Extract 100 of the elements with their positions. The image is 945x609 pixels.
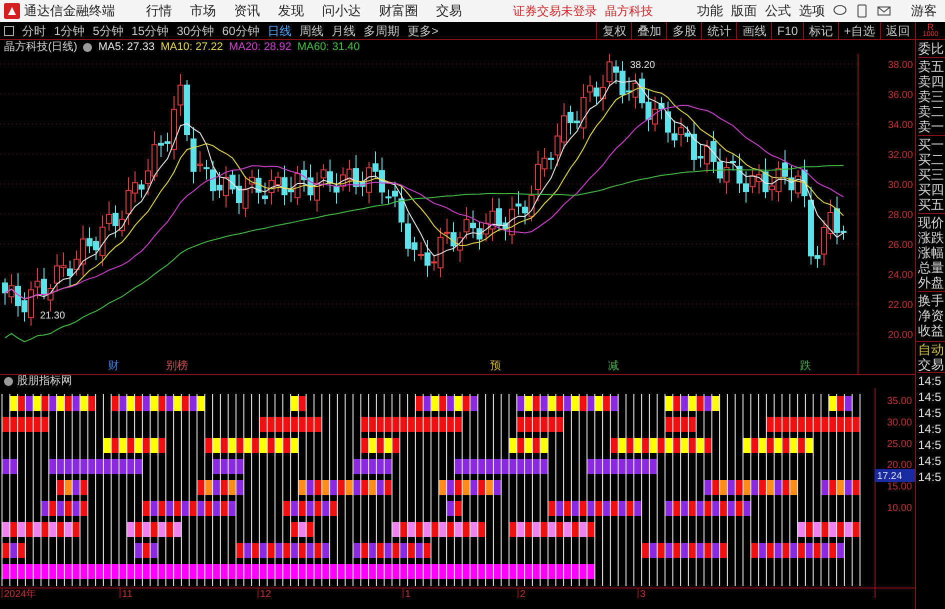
menu-item[interactable]: 版面 (731, 1, 757, 21)
axis-tick-label: 34.00 (888, 120, 913, 131)
period-tab[interactable]: 1分钟 (50, 22, 89, 40)
panel-toggle-icon[interactable] (4, 26, 14, 36)
axis-tick-label: 24.00 (888, 270, 913, 281)
period-tab[interactable]: 5分钟 (88, 22, 128, 40)
high-price-label: 38.20 (630, 60, 656, 71)
menu-item[interactable]: 公式 (765, 1, 791, 21)
quote-label: 总量 (918, 260, 945, 275)
toolbar-button[interactable]: 返回 (880, 22, 915, 39)
ma-value: MA60: 31.40 (297, 40, 360, 55)
trade-label: 交易 (918, 357, 945, 373)
quote-label: 涨幅 (918, 245, 945, 260)
event-marker: 预 (490, 360, 501, 372)
axis-tick-label: 30.00 (888, 180, 913, 191)
quote-label: 涨跌 (918, 230, 945, 245)
ma-value: MA20: 28.92 (228, 40, 292, 55)
quote-label: 买二 (918, 152, 945, 167)
toolbar-button[interactable]: F10 (771, 22, 803, 39)
trade-time: 14:5 (918, 405, 942, 421)
mail-icon (877, 4, 891, 18)
quote-label: 买五 (918, 197, 945, 212)
trade-time: 14:5 (918, 373, 942, 389)
toolbar-button[interactable]: +自选 (838, 22, 880, 39)
status-text: 证券交易未登录 (513, 3, 597, 20)
quote-label: 净资 (918, 308, 945, 323)
menu-item[interactable]: 财富圈 (372, 1, 425, 21)
chart-title: 晶方科技(日线) (4, 40, 78, 55)
axis-tick-label: 20.00 (888, 330, 913, 341)
trade-mode-label[interactable]: 自动 (918, 342, 945, 357)
axis-tick-label: 10.00 (886, 503, 912, 514)
menu-item[interactable]: 选项 (799, 1, 825, 21)
period-tab[interactable]: 30分钟 (172, 22, 218, 40)
quote-label: 卖二 (918, 104, 945, 119)
menu-item[interactable]: 市场 (183, 1, 223, 21)
indicator-title: 股朋指标网 (17, 374, 72, 390)
user-label[interactable]: 游客 (911, 1, 937, 21)
toolbar-button[interactable]: 统计 (701, 22, 736, 39)
axis-tick-label: 20.00 (886, 460, 912, 472)
axis-tick-label: 25.00 (886, 438, 912, 450)
ma-value: MA5: 27.33 (98, 40, 155, 55)
menu-item[interactable]: 行情 (139, 1, 179, 21)
event-marker: 财 (108, 360, 119, 372)
low-price-label: 21.30 (40, 310, 66, 322)
period-tab[interactable]: 日线 (263, 22, 296, 40)
event-marker: 别榜 (166, 360, 188, 372)
period-tab[interactable]: 更多> (403, 22, 442, 40)
event-marker: 跌 (800, 360, 811, 372)
quote-label: 卖一 (918, 119, 945, 134)
date-label: 2024年 (4, 589, 36, 598)
trade-time: 14:5 (918, 389, 942, 405)
axis-tick-label: 32.00 (888, 150, 913, 161)
toolbar-button[interactable]: 标记 (802, 22, 838, 39)
axis-tick-label: 36.00 (888, 90, 913, 101)
axis-tick-label: 22.00 (888, 300, 913, 311)
period-tab[interactable]: 多周期 (359, 22, 404, 40)
menu-item[interactable]: 发现 (271, 1, 311, 21)
menu-item[interactable]: 功能 (697, 1, 723, 21)
ma-value: MA10: 27.22 (160, 40, 223, 55)
menu-item[interactable]: 问小达 (315, 1, 368, 21)
quote-label: 买三 (918, 167, 945, 182)
period-tab[interactable]: 15分钟 (127, 22, 173, 40)
trade-time: 14:5 (918, 421, 942, 437)
toolbar-button[interactable]: 画线 (736, 22, 772, 39)
corner-label: R (927, 22, 934, 30)
toolbar-button[interactable]: 叠加 (631, 22, 666, 39)
date-label: 3 (640, 589, 646, 598)
axis-tick-label: 38.00 (888, 60, 913, 71)
menu-item[interactable]: 交易 (429, 1, 469, 21)
toolbar-button[interactable]: 多股 (666, 22, 702, 39)
period-tab[interactable]: 60分钟 (218, 22, 264, 40)
trade-time: 14:5 (918, 453, 942, 469)
date-label: 1 (405, 589, 411, 598)
date-label: 12 (260, 589, 272, 598)
axis-tick-label: 26.00 (888, 240, 913, 251)
period-tab[interactable]: 分时 (18, 22, 50, 40)
quote-label: 卖五 (918, 59, 945, 74)
quote-label: 收益 (918, 323, 945, 338)
trade-time: 14:5 (918, 469, 942, 485)
event-marker: 减 (608, 360, 619, 372)
quote-label: 委比 (918, 41, 945, 56)
trade-time: 14:5 (918, 437, 942, 453)
axis-tick-label: 28.00 (888, 210, 913, 221)
status-text: 晶方科技 (605, 3, 653, 20)
axis-tick-label: 15.00 (886, 482, 912, 493)
quote-label: 外盘 (918, 275, 945, 290)
phone-icon (855, 4, 869, 18)
app-title: 通达信金融终端 (24, 2, 115, 20)
quote-label: 卖三 (918, 89, 945, 104)
app-logo-icon (4, 3, 20, 19)
quote-label: 卖四 (918, 74, 945, 89)
date-label: 11 (122, 589, 132, 598)
period-tab[interactable]: 月线 (327, 22, 360, 40)
quote-label: 现价 (918, 215, 945, 230)
current-value-tag: 17.24 (875, 469, 915, 482)
menu-item[interactable]: 资讯 (227, 1, 267, 21)
axis-tick-label: 35.00 (886, 396, 912, 407)
toolbar-button[interactable]: 复权 (596, 22, 632, 39)
quote-label: 换手 (918, 293, 945, 308)
period-tab[interactable]: 周线 (295, 22, 328, 40)
